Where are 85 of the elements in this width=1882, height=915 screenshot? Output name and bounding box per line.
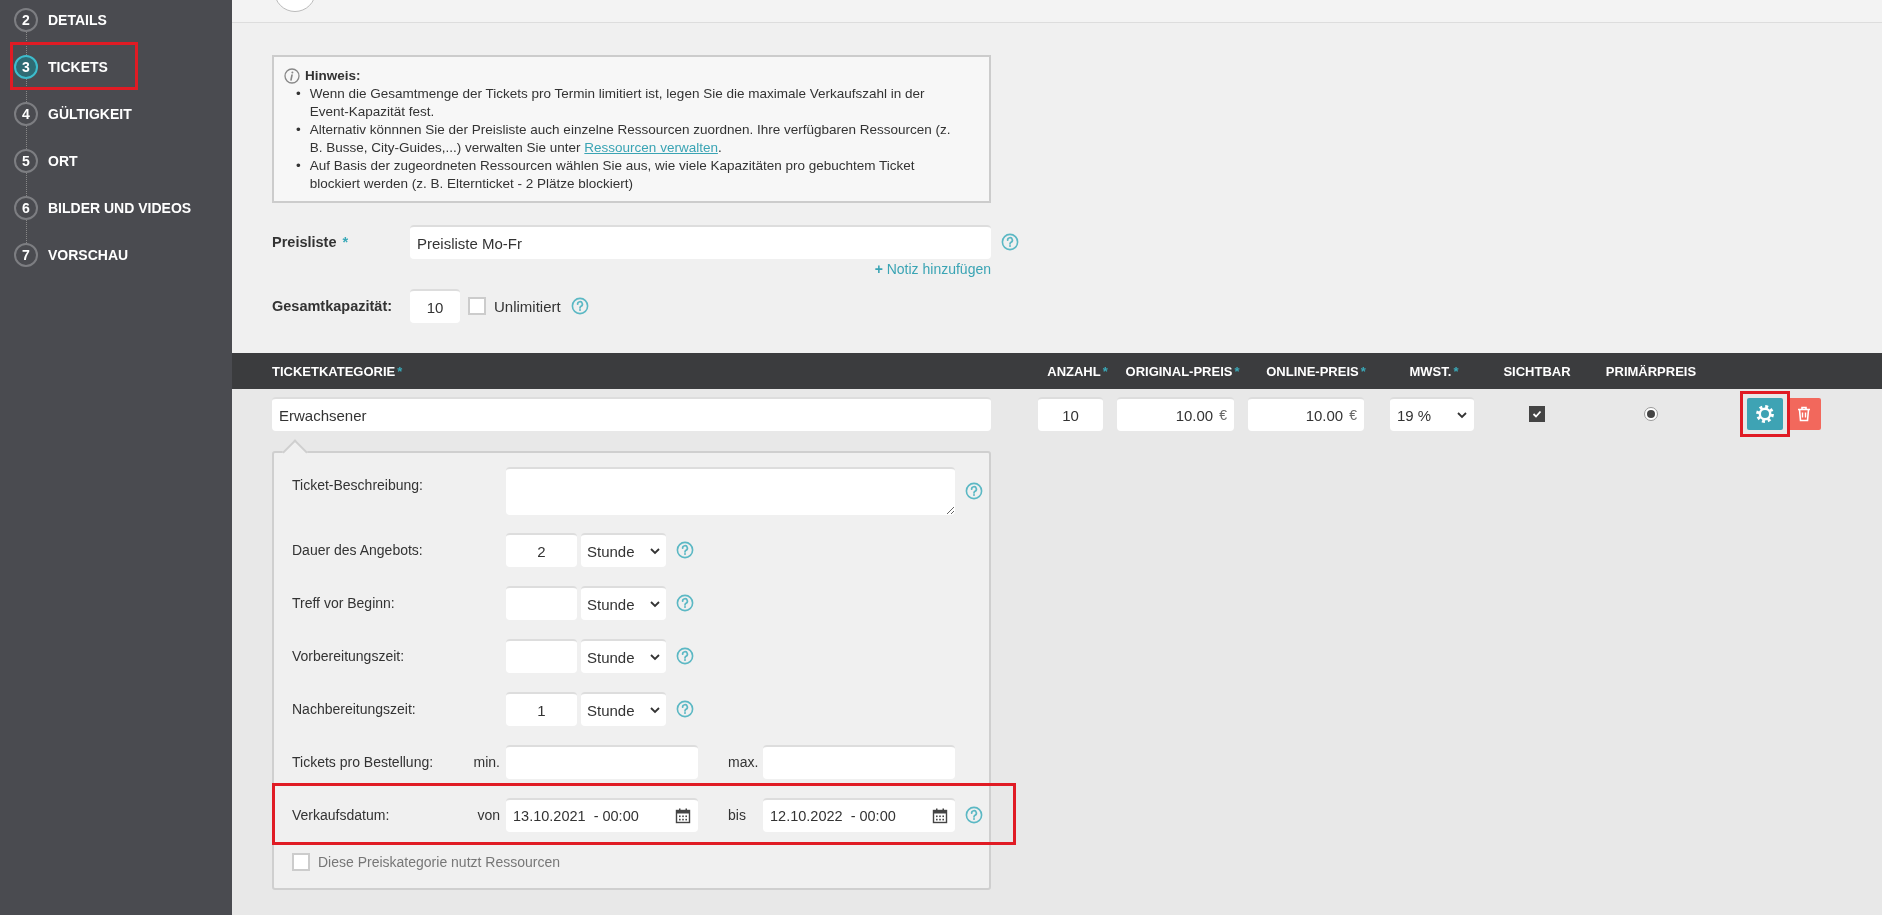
calendar-icon[interactable] xyxy=(675,808,691,824)
bullet: • xyxy=(296,157,301,175)
unit-select[interactable]: Stunde xyxy=(581,533,666,567)
column-header: ORIGINAL-PREIS* xyxy=(1124,363,1241,379)
unit-select[interactable]: Stunde xyxy=(581,639,666,673)
bullet: • xyxy=(296,85,301,103)
step-number: 6 xyxy=(14,196,38,220)
hint-text: Auf Basis der zugeordneten Ressourcen wählen Sie aus, wie viele Kapazitäten pro gebuchtem Ticket blockiert werden (z. B. Elternticket - 2 Plätze blockiert) xyxy=(309,157,916,193)
date-from-input[interactable]: 13.10.2021 - 00:00 xyxy=(506,798,698,832)
to-label: bis xyxy=(728,807,747,823)
field-label: Verkaufsdatum: xyxy=(292,807,391,823)
step-link[interactable]: BILDER UND VIDEOS xyxy=(48,200,192,216)
column-header: PRIMÄRPREIS xyxy=(1604,363,1698,379)
trash-icon xyxy=(1797,406,1811,422)
price-list-input[interactable]: Preisliste Mo-Fr xyxy=(410,225,991,259)
capacity-input[interactable]: 10 xyxy=(410,289,460,323)
hint-title: Hinweis: xyxy=(305,67,361,85)
step-number: 4 xyxy=(14,102,38,126)
max-label: max. xyxy=(728,754,760,770)
chevron-down-icon xyxy=(650,653,660,661)
help-icon[interactable] xyxy=(1001,233,1019,251)
help-icon[interactable] xyxy=(676,594,694,612)
step-link[interactable]: TICKETS xyxy=(48,59,108,75)
chevron-down-icon xyxy=(1457,411,1467,419)
duration-input[interactable] xyxy=(506,639,577,673)
help-icon[interactable] xyxy=(965,482,983,500)
visible-checkbox[interactable] xyxy=(1529,406,1545,422)
field-label: Vorbereitungszeit: xyxy=(292,648,406,664)
hint-text: Wenn die Gesamtmenge der Tickets pro Termin limitiert ist, legen Sie die maximale Verkaufszahl in der Event-Kapazität fest. xyxy=(309,85,926,121)
date-to-input[interactable]: 12.10.2022 - 00:00 xyxy=(763,798,955,832)
help-icon[interactable] xyxy=(965,806,983,824)
field-label: Dauer des Angebots: xyxy=(292,542,424,558)
max-input[interactable] xyxy=(763,745,955,779)
field-label: Treff vor Beginn: xyxy=(292,595,396,611)
online-price-input[interactable]: 10.00 € xyxy=(1248,397,1364,431)
step-link[interactable]: VORSCHAU xyxy=(48,247,129,263)
unit-select[interactable]: Stunde xyxy=(581,586,666,620)
field-label: Preisliste * xyxy=(272,234,350,250)
hint-text: Alternativ könnnen Sie der Preisliste auch einzelne Ressourcen zuordnen. Ihre verfügbaren Ressourcen (z. B. Busse, City-Guides,...) verwalten Sie unter Ressourcen verwalten. xyxy=(309,121,952,157)
checkbox-label: Diese Preiskategorie nutzt Ressourcen xyxy=(318,854,560,870)
original-price-input[interactable]: 10.00 € xyxy=(1117,397,1234,431)
count-input[interactable]: 10 xyxy=(1038,397,1103,431)
checkbox[interactable] xyxy=(468,297,486,315)
min-label: min. xyxy=(473,754,500,770)
min-input[interactable] xyxy=(506,745,698,779)
column-header: ANZAHL* xyxy=(1046,363,1109,379)
help-icon[interactable] xyxy=(676,541,694,559)
field-label: Nachbereitungszeit: xyxy=(292,701,417,717)
step-link[interactable]: DETAILS xyxy=(48,12,107,28)
help-icon[interactable] xyxy=(676,700,694,718)
checkbox[interactable] xyxy=(292,853,310,871)
duration-input[interactable]: 1 xyxy=(506,692,577,726)
settings-button[interactable] xyxy=(1747,398,1783,430)
primary-radio[interactable] xyxy=(1644,407,1658,421)
field-label: Gesamtkapazität: xyxy=(272,298,394,314)
gear-icon xyxy=(1754,403,1776,425)
column-header: SICHTBAR xyxy=(1502,363,1572,379)
step-number: 3 xyxy=(14,55,38,79)
description-textarea[interactable] xyxy=(506,467,955,515)
check-icon xyxy=(1532,410,1542,418)
step-link[interactable]: GÜLTIGKEIT xyxy=(48,106,132,122)
column-header: TICKETKATEGORIE* xyxy=(272,363,404,379)
checkbox-label: Unlimitiert xyxy=(494,297,561,315)
bullet: • xyxy=(296,121,301,139)
chevron-down-icon xyxy=(650,706,660,714)
step-number: 5 xyxy=(14,149,38,173)
chevron-down-icon xyxy=(650,600,660,608)
calendar-icon[interactable] xyxy=(932,808,948,824)
duration-input[interactable]: 2 xyxy=(506,533,577,567)
unit-select[interactable]: Stunde xyxy=(581,692,666,726)
column-header: ONLINE-PREIS* xyxy=(1265,363,1367,379)
field-label: Ticket-Beschreibung: xyxy=(292,476,424,493)
help-icon[interactable] xyxy=(676,647,694,665)
field-label: Tickets pro Bestellung: xyxy=(292,754,435,770)
category-input[interactable]: Erwachsener xyxy=(272,397,991,431)
step-number: 7 xyxy=(14,243,38,267)
help-icon[interactable] xyxy=(570,297,589,315)
step-number: 2 xyxy=(14,8,38,32)
from-label: von xyxy=(477,807,500,823)
vat-select[interactable]: 19 % xyxy=(1390,397,1474,431)
column-header: MWST.* xyxy=(1408,363,1460,379)
duration-input[interactable] xyxy=(506,586,577,620)
chevron-down-icon xyxy=(650,547,660,555)
step-link[interactable]: ORT xyxy=(48,153,78,169)
info-icon xyxy=(284,68,300,84)
